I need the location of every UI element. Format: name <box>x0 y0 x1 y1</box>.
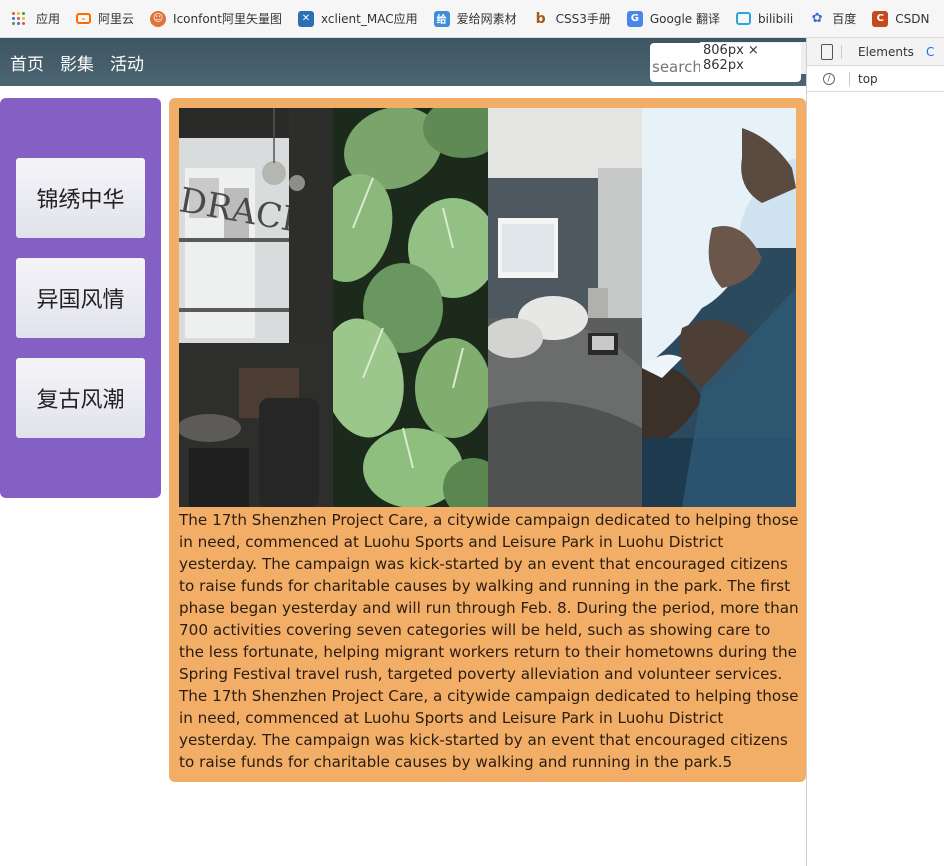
nav-item-home[interactable]: 首页 <box>10 50 44 75</box>
bookmark-csdn[interactable]: C CSDN <box>872 10 930 27</box>
bookmark-baidu[interactable]: ✿ 百度 <box>809 10 856 27</box>
bookmark-bilibili[interactable]: bilibili <box>736 12 793 26</box>
xclient-icon: ✕ <box>298 10 314 27</box>
bookmark-iconfont[interactable]: ☺ Iconfont阿里矢量图 <box>150 10 282 27</box>
aigei-icon: 给 <box>433 10 450 27</box>
baidu-icon: ✿ <box>811 11 823 26</box>
bookmark-label: 阿里云 <box>98 12 135 26</box>
bilibili-icon <box>736 12 751 25</box>
photo-leaves <box>333 108 488 507</box>
apps-grid-icon <box>12 11 26 26</box>
devtools-tab-console[interactable]: C <box>926 45 934 59</box>
google-translate-icon: G <box>626 10 643 27</box>
sidebar-button-retro[interactable]: 复古风潮 <box>16 358 145 438</box>
nav-item-albums[interactable]: 影集 <box>60 50 94 75</box>
content-panel: DRACH The 17th Shenzhen Project Care, a … <box>169 98 806 782</box>
bookmark-aliyun[interactable]: - 阿里云 <box>76 10 134 27</box>
bookmark-apps[interactable]: 应用 <box>12 10 60 27</box>
bookmark-label: bilibili <box>758 11 794 26</box>
bookmark-css3[interactable]: b CSS3手册 <box>533 10 611 27</box>
bookmark-aigei[interactable]: 给 爱给网素材 <box>433 10 517 27</box>
bookmark-label: Google 翻译 <box>649 12 720 26</box>
devtools-toolbar: Elements C <box>807 38 944 66</box>
sidebar: 锦绣中华 异国风情 复古风潮 <box>0 98 161 498</box>
photo-snowy-coast <box>642 108 796 507</box>
bookmark-label: 百度 <box>832 12 857 26</box>
devtools-panel: Elements C / top <box>806 38 944 866</box>
aliyun-icon: - <box>76 13 92 24</box>
page-viewport: 首页 影集 活动 806px × 862px 锦绣中华 异国风情 复古风潮 DR… <box>0 38 806 866</box>
sidebar-button-splendid-china[interactable]: 锦绣中华 <box>16 158 145 238</box>
bookmark-xclient[interactable]: ✕ xclient_MAC应用 <box>298 10 418 27</box>
bookmark-label: Iconfont阿里矢量图 <box>173 12 282 26</box>
iconfont-icon: ☺ <box>150 10 167 27</box>
css3-icon: b <box>535 10 546 27</box>
bookmark-label: 爱给网素材 <box>456 12 517 26</box>
bookmarks-bar: 应用 - 阿里云 ☺ Iconfont阿里矢量图 ✕ xclient_MAC应用… <box>0 0 944 38</box>
bookmark-google-translate[interactable]: G Google 翻译 <box>626 10 720 27</box>
sidebar-button-exotic[interactable]: 异国风情 <box>16 258 145 338</box>
article-text: The 17th Shenzhen Project Care, a citywi… <box>179 511 799 771</box>
devtools-console-toolbar: / top <box>807 66 944 92</box>
photo-bedroom <box>488 108 642 507</box>
context-selector[interactable]: top <box>849 71 878 86</box>
bookmark-label: CSS3手册 <box>555 12 611 26</box>
nav-item-activities[interactable]: 活动 <box>110 50 144 75</box>
device-toggle-icon[interactable] <box>821 43 833 60</box>
clear-console-icon[interactable]: / <box>823 72 835 85</box>
bookmark-label: CSDN <box>895 11 930 26</box>
csdn-icon: C <box>872 10 889 27</box>
devtools-tab-elements[interactable]: Elements <box>841 44 926 59</box>
bookmark-label: 应用 <box>36 12 61 26</box>
photo-cafe: DRACH <box>179 108 333 507</box>
photo-gallery: DRACH <box>179 108 796 507</box>
bookmark-label: xclient_MAC应用 <box>321 12 418 26</box>
viewport-size-tooltip: 806px × 862px <box>700 42 806 74</box>
